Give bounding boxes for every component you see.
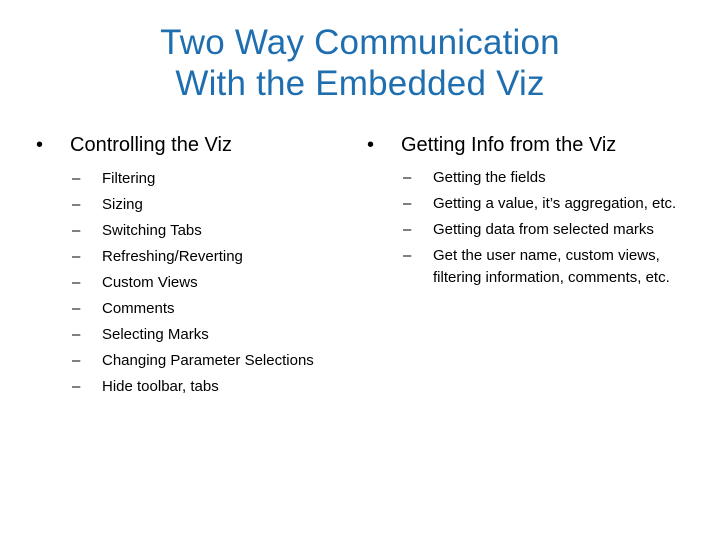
title-line-2: With the Embedded Viz xyxy=(175,64,545,103)
slide-title: Two Way Communication With the Embedded … xyxy=(0,22,720,104)
dash-icon: – xyxy=(72,170,81,187)
left-list: – Filtering – Sizing – Switching Tabs – Refr… xyxy=(36,166,346,400)
right-heading-text: Getting Info from the Viz xyxy=(401,134,617,156)
dash-icon: – xyxy=(403,221,412,238)
dash-icon: – xyxy=(72,196,81,213)
list-item: – Getting a value, it’s aggregation, etc. xyxy=(367,192,697,218)
list-item: – Sizing xyxy=(36,192,346,218)
dash-icon: – xyxy=(72,274,81,291)
title-line-1: Two Way Communication xyxy=(160,23,560,62)
right-column: • Getting Info from the Viz – Getting the… xyxy=(367,130,697,292)
bullet-icon: • xyxy=(36,134,44,156)
left-heading: • Controlling the Viz xyxy=(36,130,346,160)
list-item: – Refreshing/Reverting xyxy=(36,244,346,270)
list-item: – Filtering xyxy=(36,166,346,192)
list-item: – Getting data from selected marks xyxy=(367,218,697,244)
list-item: – Changing Parameter Selections xyxy=(36,348,346,374)
list-item: – Get the user name, custom views, filter… xyxy=(367,244,697,292)
dash-icon: – xyxy=(72,378,81,395)
dash-icon: – xyxy=(72,248,81,265)
dash-icon: – xyxy=(72,326,81,343)
right-heading: • Getting Info from the Viz xyxy=(367,130,697,160)
dash-icon: – xyxy=(72,222,81,239)
dash-icon: – xyxy=(403,247,412,264)
dash-icon: – xyxy=(72,300,81,317)
left-column: • Controlling the Viz – Filtering – Sizing… xyxy=(36,130,346,400)
left-heading-text: Controlling the Viz xyxy=(70,134,232,156)
right-list: – Getting the fields – Getting a value, it… xyxy=(367,166,697,292)
list-item: – Selecting Marks xyxy=(36,322,346,348)
bullet-icon: • xyxy=(367,134,375,156)
list-item: – Switching Tabs xyxy=(36,218,346,244)
dash-icon: – xyxy=(72,352,81,369)
dash-icon: – xyxy=(403,195,412,212)
dash-icon: – xyxy=(403,169,412,186)
list-item: – Comments xyxy=(36,296,346,322)
list-item: – Hide toolbar, tabs xyxy=(36,374,346,400)
list-item: – Getting the fields xyxy=(367,166,697,192)
list-item: – Custom Views xyxy=(36,270,346,296)
